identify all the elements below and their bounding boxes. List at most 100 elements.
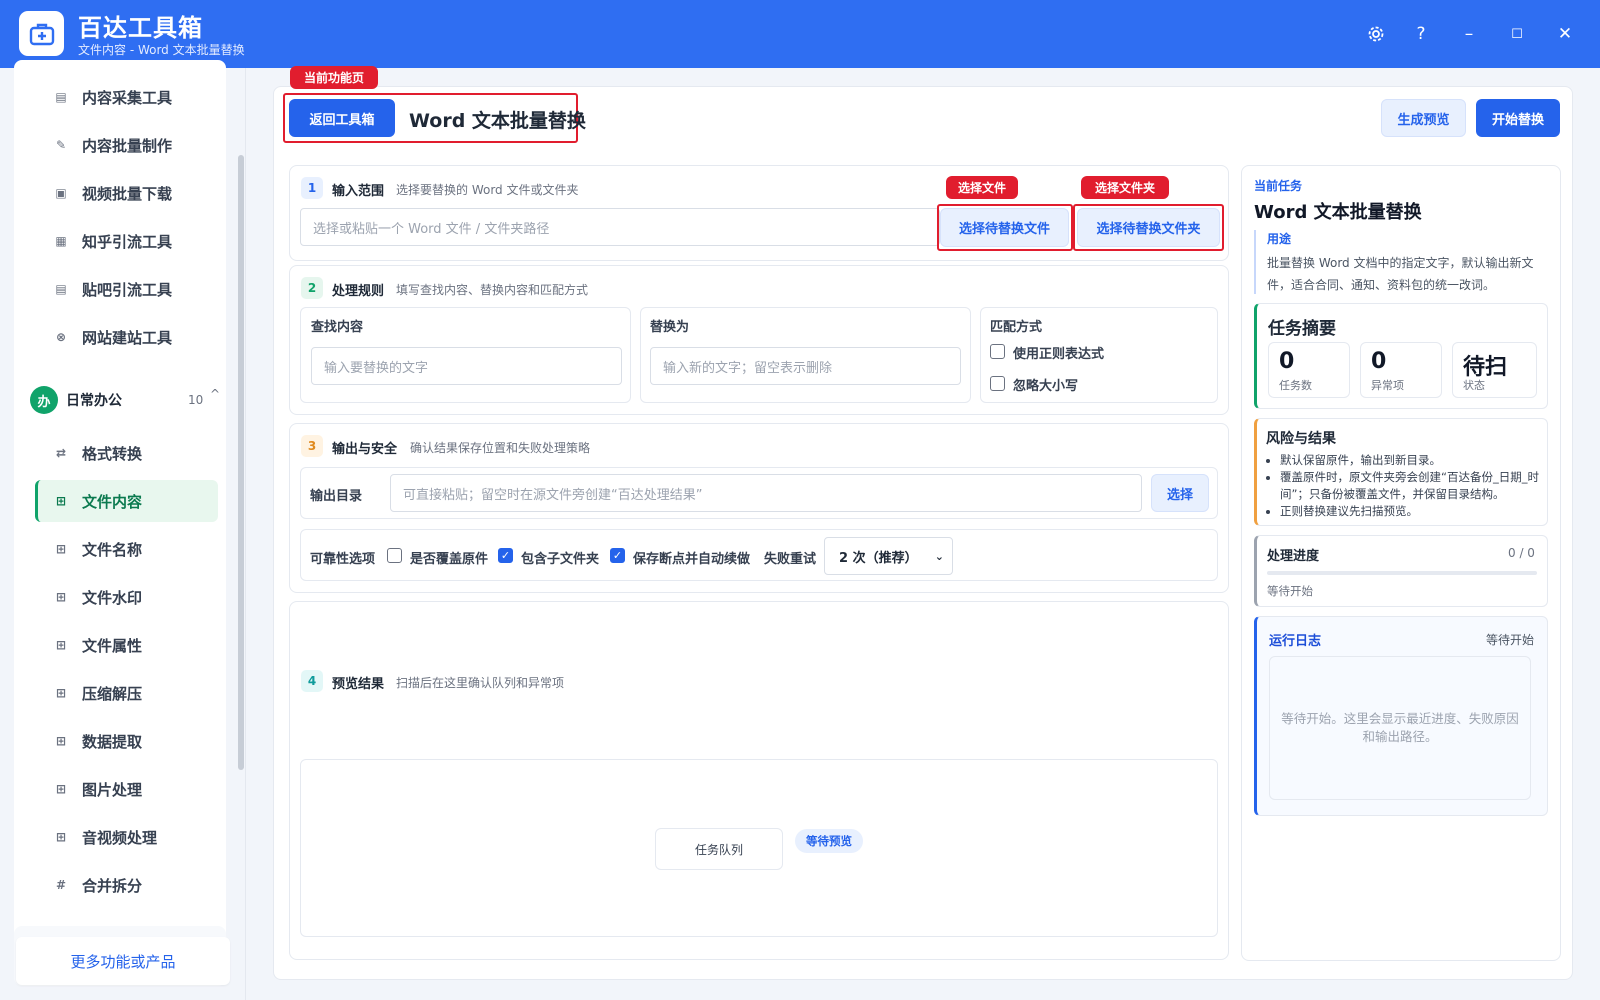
match-label: 匹配方式 bbox=[990, 320, 1043, 335]
close-button[interactable]: ✕ bbox=[1553, 22, 1577, 46]
sidebar-item-compress[interactable]: ⊞ 压缩解压 bbox=[38, 672, 218, 714]
sidebar-group-office[interactable]: 办 日常办公 10 ^ bbox=[14, 375, 226, 425]
group-name: 日常办公 bbox=[66, 393, 122, 409]
section-title: 处理规则 bbox=[332, 284, 385, 299]
sidebar-item-label: 合并拆分 bbox=[82, 876, 143, 895]
risk-item: 正则替换建议先扫描预览。 bbox=[1280, 503, 1542, 520]
section-desc: 确认结果保存位置和失败处理策略 bbox=[410, 441, 591, 455]
log-area[interactable]: 等待开始。这里会显示最近进度、失败原因和输出路径。 bbox=[1269, 656, 1531, 800]
resume-checkbox[interactable]: ✓ bbox=[610, 548, 625, 563]
settings-button[interactable] bbox=[1364, 22, 1388, 46]
progress-title: 处理进度 bbox=[1267, 549, 1320, 564]
check-icon: ✓ bbox=[500, 549, 511, 562]
group-count: 10 bbox=[188, 393, 204, 407]
replace-label: 替换为 bbox=[650, 320, 690, 335]
choose-output-button[interactable]: 选择 bbox=[1151, 474, 1209, 512]
maximize-button[interactable]: ☐ bbox=[1505, 22, 1529, 46]
sidebar-item-data-extract[interactable]: ⊞ 数据提取 bbox=[38, 720, 218, 762]
sidebar-item-file-props[interactable]: ⊞ 文件属性 bbox=[38, 624, 218, 666]
sidebar-item-label: 图片处理 bbox=[82, 780, 143, 799]
retry-label: 失败重试 bbox=[764, 552, 817, 567]
hash-icon: # bbox=[55, 878, 67, 892]
sidebar-item-label: 文件水印 bbox=[82, 588, 143, 607]
stat-label: 任务数 bbox=[1279, 379, 1312, 392]
zhihu-icon: ▦ bbox=[55, 234, 67, 248]
grid-icon: ⊞ bbox=[55, 494, 67, 508]
sidebar-item-website[interactable]: ⊗ 网站建站工具 bbox=[38, 316, 218, 358]
step-number: 3 bbox=[301, 435, 323, 457]
sidebar-item-label: 文件名称 bbox=[82, 540, 143, 559]
sidebar-item-video-download[interactable]: ▣ 视频批量下载 bbox=[38, 172, 218, 214]
risk-item: 默认保留原件，输出到新目录。 bbox=[1280, 452, 1542, 469]
replace-input[interactable]: 输入新的文字；留空表示删除 bbox=[650, 347, 961, 385]
current-page-tag: 当前功能页 bbox=[290, 66, 378, 89]
section-title: 输出与安全 bbox=[332, 442, 398, 457]
sidebar-item-label: 文件内容 bbox=[82, 492, 143, 511]
find-label: 查找内容 bbox=[311, 320, 364, 335]
grid-icon: ⊞ bbox=[55, 686, 67, 700]
progress-bar bbox=[1267, 571, 1537, 575]
sidebar-item-file-content[interactable]: ⊞ 文件内容 bbox=[35, 480, 218, 522]
ignore-case-label: 忽略大小写 bbox=[1013, 379, 1079, 394]
sidebar-item-merge-split[interactable]: # 合并拆分 bbox=[38, 864, 218, 906]
more-products-link[interactable]: 更多功能或产品 bbox=[16, 937, 230, 985]
progress-count: 0 / 0 bbox=[1508, 546, 1535, 560]
sidebar-item-content-collect[interactable]: ▤ 内容采集工具 bbox=[38, 76, 218, 118]
tag-choose-file: 选择文件 bbox=[946, 176, 1018, 199]
sidebar-item-av[interactable]: ⊞ 音视频处理 bbox=[38, 816, 218, 858]
page-title: Word 文本批量替换 bbox=[409, 110, 586, 132]
sidebar-item-content-batch[interactable]: ✎ 内容批量制作 bbox=[38, 124, 218, 166]
choose-file-button[interactable]: 选择待替换文件 bbox=[940, 208, 1069, 247]
step-number: 4 bbox=[301, 670, 323, 692]
generate-preview-button[interactable]: 生成预览 bbox=[1381, 99, 1466, 137]
overwrite-checkbox[interactable] bbox=[387, 548, 402, 563]
choose-folder-button[interactable]: 选择待替换文件夹 bbox=[1077, 208, 1220, 247]
sidebar-item-format-convert[interactable]: ⇄ 格式转换 bbox=[38, 432, 218, 474]
stat-value: 0 bbox=[1279, 349, 1295, 374]
section-desc: 填写查找内容、替换内容和匹配方式 bbox=[396, 283, 589, 297]
step-number: 2 bbox=[301, 277, 323, 299]
retry-value: 2 次（推荐） bbox=[839, 550, 918, 566]
task-queue-chip[interactable]: 任务队列 bbox=[655, 828, 783, 870]
ignore-case-checkbox[interactable] bbox=[990, 376, 1005, 391]
sidebar-item-label: 音视频处理 bbox=[82, 828, 158, 847]
retry-select[interactable]: 2 次（推荐） ⌄ bbox=[824, 537, 953, 575]
sidebar-item-label: 贴吧引流工具 bbox=[82, 280, 173, 299]
start-replace-button[interactable]: 开始替换 bbox=[1476, 99, 1560, 137]
app-title: 百达工具箱 bbox=[78, 14, 203, 42]
subfolder-checkbox[interactable]: ✓ bbox=[498, 548, 513, 563]
sidebar-item-file-name[interactable]: ⊞ 文件名称 bbox=[38, 528, 218, 570]
usage-text: 批量替换 Word 文档中的指定文字，默认输出新文件，适合合同、通知、资料包的统… bbox=[1267, 256, 1534, 292]
subfolder-label: 包含子文件夹 bbox=[521, 552, 600, 567]
stat-task-count: 0 任务数 bbox=[1268, 342, 1350, 398]
section-desc: 选择要替换的 Word 文件或文件夹 bbox=[396, 183, 579, 197]
sidebar-item-zhihu[interactable]: ▦ 知乎引流工具 bbox=[38, 220, 218, 262]
grid-icon: ⊞ bbox=[55, 590, 67, 604]
sidebar-item-label: 内容批量制作 bbox=[82, 136, 173, 155]
sidebar-item-label: 文件属性 bbox=[82, 636, 143, 655]
summary-title: 任务摘要 bbox=[1268, 319, 1336, 339]
path-input[interactable]: 选择或粘贴一个 Word 文件 / 文件夹路径 bbox=[300, 208, 940, 246]
chevron-down-icon: ⌄ bbox=[934, 549, 944, 563]
queue-status-badge: 等待预览 bbox=[795, 829, 863, 853]
overwrite-label: 是否覆盖原件 bbox=[410, 552, 489, 567]
grid-icon: ⊞ bbox=[55, 638, 67, 652]
output-dir-label: 输出目录 bbox=[310, 489, 363, 504]
section-desc: 扫描后在这里确认队列和异常项 bbox=[396, 676, 565, 690]
minimize-button[interactable]: – bbox=[1457, 22, 1481, 46]
progress-status: 等待开始 bbox=[1267, 584, 1313, 598]
sidebar-item-image[interactable]: ⊞ 图片处理 bbox=[38, 768, 218, 810]
usage-label: 用途 bbox=[1267, 232, 1292, 246]
usage-accent bbox=[1254, 230, 1256, 294]
find-input[interactable]: 输入要替换的文字 bbox=[311, 347, 622, 385]
sidebar-item-tieba[interactable]: ▤ 贴吧引流工具 bbox=[38, 268, 218, 310]
sidebar-item-watermark[interactable]: ⊞ 文件水印 bbox=[38, 576, 218, 618]
help-button[interactable]: ? bbox=[1409, 22, 1433, 46]
grid-icon: ⊞ bbox=[55, 542, 67, 556]
grid-icon: ⊞ bbox=[55, 734, 67, 748]
sidebar-scrollbar[interactable] bbox=[238, 155, 244, 770]
tieba-icon: ▤ bbox=[55, 282, 67, 296]
regex-checkbox[interactable] bbox=[990, 344, 1005, 359]
back-to-toolbox-button[interactable]: 返回工具箱 bbox=[289, 99, 395, 137]
output-dir-input[interactable]: 可直接粘贴；留空时在源文件旁创建“百达处理结果” bbox=[390, 474, 1142, 512]
